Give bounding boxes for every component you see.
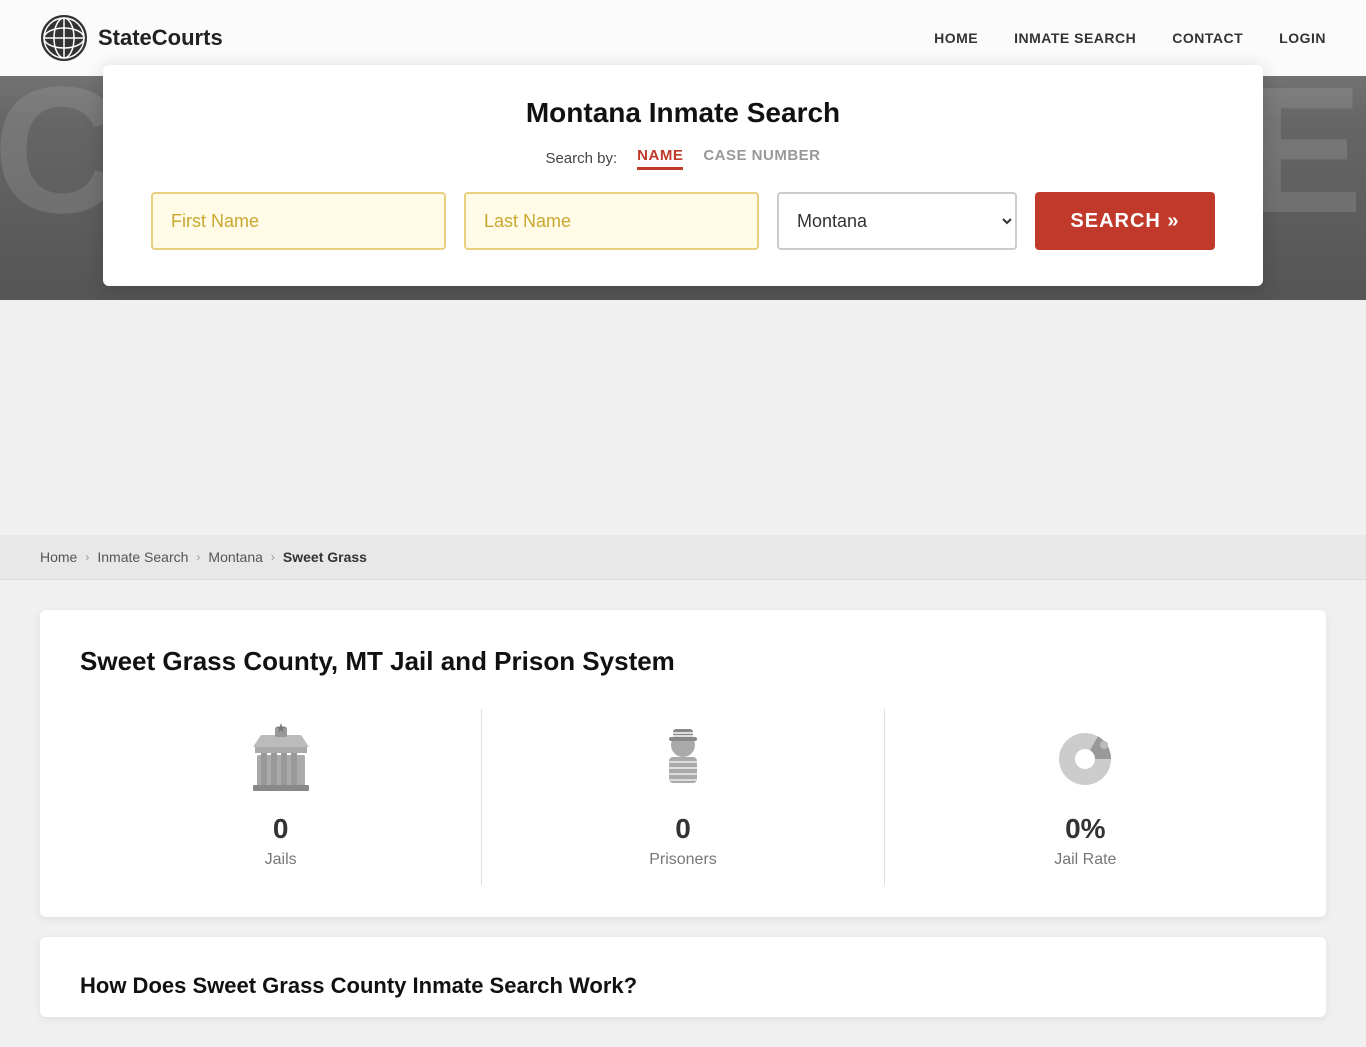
prisoner-icon <box>643 719 723 799</box>
tab-case-number[interactable]: CASE NUMBER <box>703 147 820 170</box>
breadcrumb-sep-3: › <box>271 550 275 564</box>
body-content: Home › Inmate Search › Montana › Sweet G… <box>0 535 1366 1047</box>
breadcrumb-sep-2: › <box>196 550 200 564</box>
jail-rate-value: 0% <box>1065 813 1105 845</box>
main-content: Sweet Grass County, MT Jail and Prison S… <box>0 580 1366 1047</box>
nav-links: HOME INMATE SEARCH CONTACT LOGIN <box>934 30 1326 46</box>
breadcrumb-montana[interactable]: Montana <box>208 549 262 565</box>
prisoners-label: Prisoners <box>649 851 717 869</box>
jail-icon <box>241 719 321 799</box>
stats-row: 0 Jails <box>80 709 1286 885</box>
breadcrumb-inmate-search[interactable]: Inmate Search <box>97 549 188 565</box>
logo-text: StateCourts <box>98 25 223 51</box>
state-select[interactable]: Montana Alabama Alaska Arizona Californi… <box>777 192 1017 250</box>
first-name-input[interactable] <box>151 192 446 250</box>
breadcrumb: Home › Inmate Search › Montana › Sweet G… <box>0 535 1366 580</box>
prisoners-value: 0 <box>675 813 691 845</box>
stats-card: Sweet Grass County, MT Jail and Prison S… <box>40 610 1326 917</box>
jails-value: 0 <box>273 813 289 845</box>
search-inputs-row: Montana Alabama Alaska Arizona Californi… <box>151 192 1215 250</box>
breadcrumb-sep-1: › <box>85 550 89 564</box>
search-card-title: Montana Inmate Search <box>151 97 1215 129</box>
logo-icon <box>40 14 88 62</box>
search-button[interactable]: SEARCH » <box>1035 192 1215 250</box>
nav-home[interactable]: HOME <box>934 30 978 46</box>
search-by-row: Search by: NAME CASE NUMBER <box>151 147 1215 170</box>
stats-card-title: Sweet Grass County, MT Jail and Prison S… <box>80 646 1286 677</box>
tab-name[interactable]: NAME <box>637 147 683 170</box>
logo-area[interactable]: StateCourts <box>40 14 223 62</box>
stat-block-jail-rate: 0% Jail Rate <box>885 709 1286 885</box>
partial-card-title: How Does Sweet Grass County Inmate Searc… <box>80 973 1286 999</box>
jails-label: Jails <box>265 851 297 869</box>
search-by-label: Search by: <box>545 150 617 167</box>
search-card: Montana Inmate Search Search by: NAME CA… <box>103 65 1263 286</box>
nav-contact[interactable]: CONTACT <box>1172 30 1243 46</box>
jail-rate-icon <box>1045 719 1125 799</box>
last-name-input[interactable] <box>464 192 759 250</box>
stat-block-jails: 0 Jails <box>80 709 482 885</box>
stat-block-prisoners: 0 Prisoners <box>482 709 884 885</box>
jail-rate-label: Jail Rate <box>1054 851 1116 869</box>
nav-inmate-search[interactable]: INMATE SEARCH <box>1014 30 1136 46</box>
breadcrumb-current: Sweet Grass <box>283 549 367 565</box>
nav-login[interactable]: LOGIN <box>1279 30 1326 46</box>
breadcrumb-home[interactable]: Home <box>40 549 77 565</box>
partial-card: How Does Sweet Grass County Inmate Searc… <box>40 937 1326 1017</box>
